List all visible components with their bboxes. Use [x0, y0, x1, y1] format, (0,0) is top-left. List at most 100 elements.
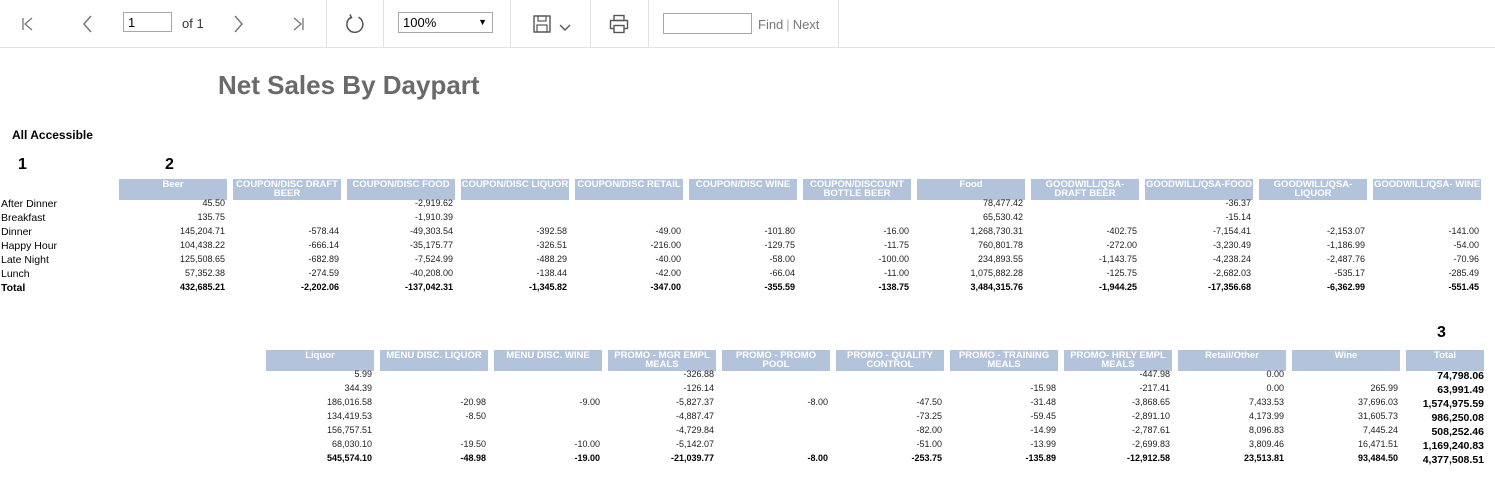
- refresh-icon[interactable]: [340, 0, 370, 47]
- column-header: COUPON/DISC LIQUOR: [461, 179, 569, 200]
- data-cell: -6,362.99: [1326, 282, 1365, 292]
- data-cell: 16,471.51: [1357, 439, 1398, 449]
- data-cell: -8.00: [807, 453, 828, 463]
- find-input[interactable]: [663, 13, 752, 34]
- toolbar-divider: [838, 0, 839, 47]
- data-cell: 125,508.65: [179, 254, 225, 264]
- chevron-down-icon: [559, 24, 570, 31]
- column-header: PROMO- HRLY EMPL MEALS: [1064, 350, 1172, 371]
- data-cell: 1,075,882.28: [970, 268, 1023, 278]
- data-cell: -2,682.03: [1212, 268, 1251, 278]
- toolbar-divider: [510, 0, 511, 47]
- data-cell: -13.99: [1030, 439, 1056, 449]
- toolbar-divider: [648, 0, 649, 47]
- column-header: GOODWILL/QSA-FOOD: [1145, 179, 1253, 200]
- row-label: Happy Hour: [1, 240, 58, 252]
- data-cell: -347.00: [650, 282, 681, 292]
- data-cell: -682.89: [308, 254, 339, 264]
- row-total-cell: 4,377,508.51: [1422, 454, 1484, 466]
- data-cell: 135.75: [197, 212, 225, 222]
- section-marker: 3: [1437, 324, 1446, 341]
- data-cell: 31,605.73: [1357, 411, 1398, 421]
- row-total-cell: 74,798.06: [1437, 370, 1484, 382]
- data-cell: -666.14: [308, 240, 339, 250]
- data-cell: -7,524.99: [414, 254, 453, 264]
- data-cell: -17,356.68: [1207, 282, 1251, 292]
- data-cell: -141.00: [1448, 226, 1479, 236]
- data-cell: -253.75: [911, 453, 942, 463]
- data-cell: -274.59: [308, 268, 339, 278]
- previous-page-icon[interactable]: [74, 0, 102, 47]
- data-cell: -8.00: [807, 397, 828, 407]
- data-cell: -578.44: [308, 226, 339, 236]
- row-label: Lunch: [1, 268, 30, 280]
- data-cell: -216.00: [650, 240, 681, 250]
- page-count-label: of 1: [182, 16, 204, 31]
- data-cell: -7,154.41: [1212, 226, 1251, 236]
- column-header: COUPON/DISCOUNT BOTTLE BEER: [803, 179, 911, 200]
- report-subtitle: All Accessible: [12, 128, 93, 142]
- data-cell: -272.00: [1106, 240, 1137, 250]
- data-cell: -5,827.37: [675, 397, 714, 407]
- data-cell: -11.00: [884, 268, 909, 278]
- data-cell: -4,238.24: [1212, 254, 1251, 264]
- data-cell: -551.45: [1448, 282, 1479, 292]
- data-cell: 545,574.10: [326, 453, 372, 463]
- data-cell: -129.75: [764, 240, 795, 250]
- data-cell: 7,433.53: [1248, 397, 1284, 407]
- data-cell: -125.75: [1106, 268, 1137, 278]
- data-cell: -31.48: [1030, 397, 1056, 407]
- data-cell: -66.04: [769, 268, 795, 278]
- data-cell: -2,487.76: [1326, 254, 1365, 264]
- row-total-cell: 1,169,240.83: [1422, 440, 1484, 452]
- last-page-icon[interactable]: [284, 0, 312, 47]
- row-label: After Dinner: [1, 198, 58, 210]
- column-header: Total: [1406, 350, 1484, 371]
- data-cell: -101.80: [764, 226, 795, 236]
- column-header: Liquor: [266, 350, 374, 371]
- column-header: MENU DISC. WINE: [494, 350, 602, 371]
- column-header: COUPON/DISC DRAFT BEER: [233, 179, 341, 200]
- data-cell: 344.39: [344, 383, 372, 393]
- next-page-icon[interactable]: [224, 0, 252, 47]
- next-link[interactable]: Next: [793, 17, 820, 32]
- column-header: Retail/Other: [1178, 350, 1286, 371]
- first-page-icon[interactable]: [14, 0, 42, 47]
- section-marker: 1: [18, 156, 27, 173]
- data-cell: -2,919.62: [414, 198, 453, 208]
- row-total-cell: 986,250.08: [1431, 412, 1484, 424]
- page-number-input[interactable]: [123, 12, 172, 32]
- print-icon[interactable]: [604, 0, 634, 47]
- data-cell: -21,039.77: [670, 453, 714, 463]
- data-cell: 234,893.55: [977, 254, 1023, 264]
- data-cell: -54.00: [1453, 240, 1479, 250]
- data-cell: -35,175.77: [409, 240, 453, 250]
- data-cell: -4,729.84: [675, 425, 714, 435]
- data-cell: -42.00: [655, 268, 681, 278]
- data-cell: -1,910.39: [414, 212, 453, 222]
- data-cell: -15.98: [1030, 383, 1056, 393]
- zoom-value: 100%: [403, 15, 437, 30]
- data-cell: -138.75: [878, 282, 909, 292]
- data-cell: -82.00: [916, 425, 942, 435]
- data-cell: -402.75: [1106, 226, 1137, 236]
- column-header: PROMO - QUALITY CONTROL: [836, 350, 944, 371]
- data-cell: -392.58: [536, 226, 567, 236]
- data-cell: 186,016.58: [326, 397, 372, 407]
- data-cell: -58.00: [769, 254, 795, 264]
- data-cell: 265.99: [1370, 383, 1398, 393]
- find-link[interactable]: Find: [758, 17, 783, 32]
- data-cell: -73.25: [916, 411, 942, 421]
- data-cell: 93,484.50: [1357, 453, 1398, 463]
- column-header: GOODWILL/QSA- WINE: [1373, 179, 1481, 200]
- data-cell: -49,303.54: [409, 226, 453, 236]
- data-cell: -126.14: [683, 383, 714, 393]
- export-button[interactable]: [528, 0, 576, 47]
- data-cell: -51.00: [916, 439, 942, 449]
- column-header: COUPON/DISC FOOD: [347, 179, 455, 200]
- data-cell: 37,696.03: [1357, 397, 1398, 407]
- zoom-select[interactable]: 100% ▼: [398, 12, 493, 33]
- data-cell: -47.50: [916, 397, 942, 407]
- data-cell: 104,438.22: [179, 240, 225, 250]
- data-cell: -355.59: [764, 282, 795, 292]
